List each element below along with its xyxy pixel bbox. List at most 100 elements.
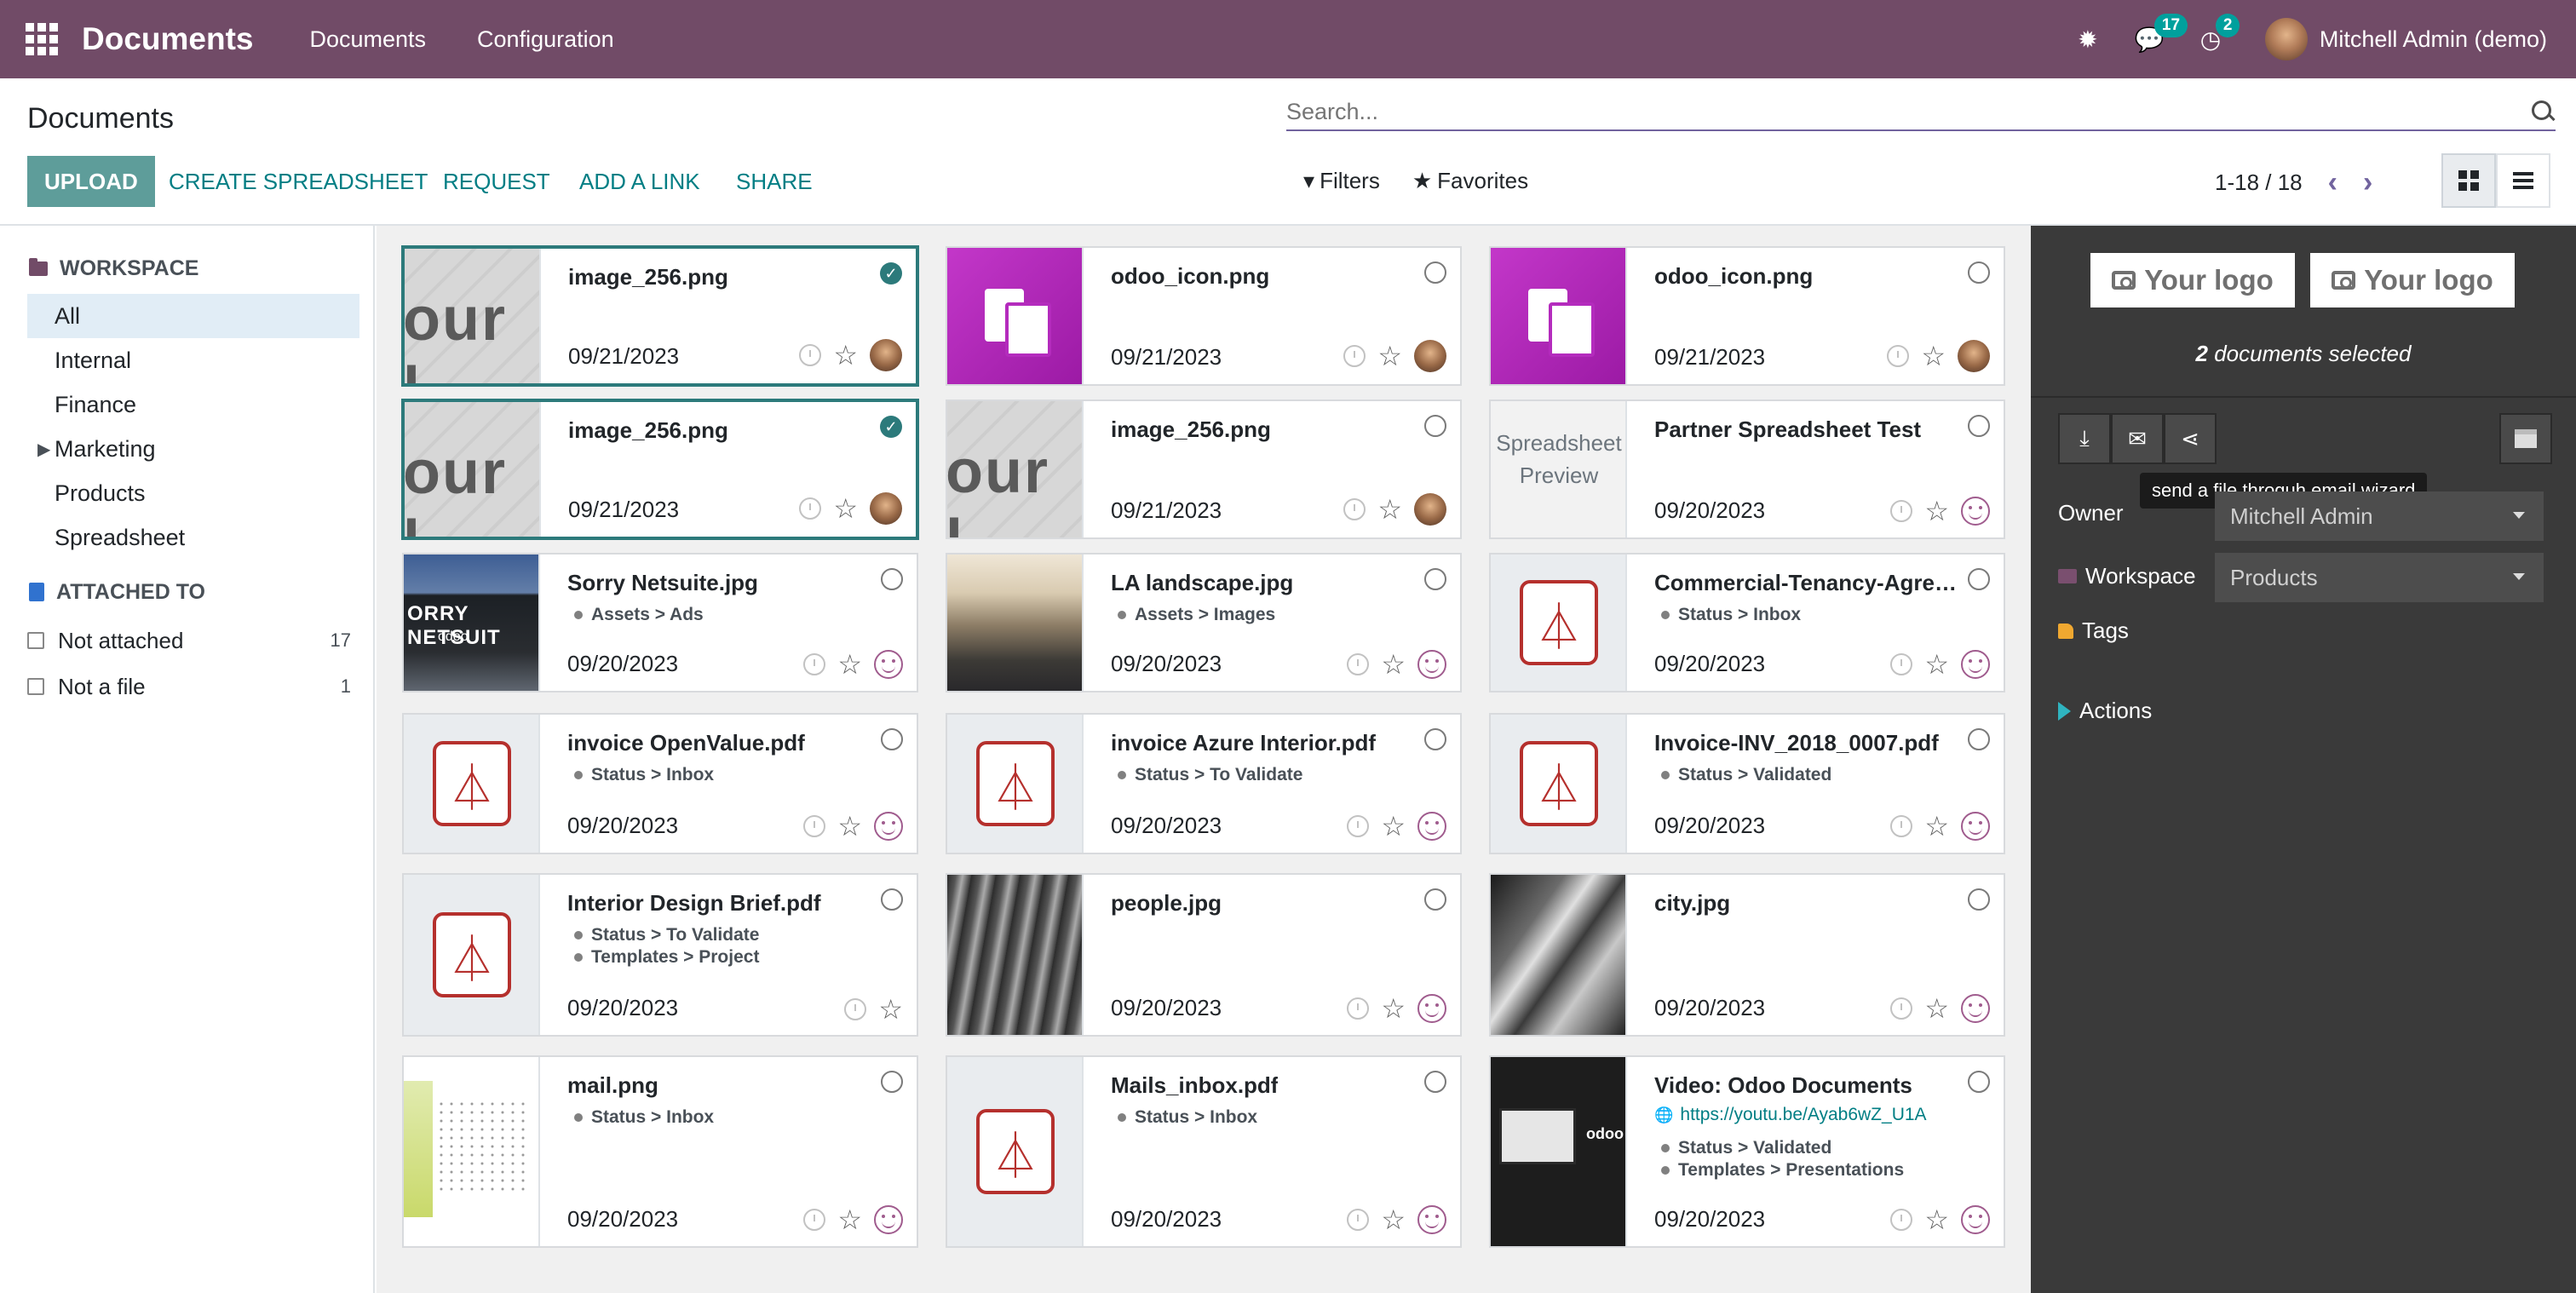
owner-avatar[interactable] <box>1414 493 1446 526</box>
activity-clock-icon[interactable] <box>1347 815 1370 837</box>
filter-not-a-file[interactable]: Not a file 1 <box>27 664 359 710</box>
sidebar-item-all[interactable]: All <box>27 294 359 338</box>
select-checkbox[interactable] <box>1968 1071 1990 1093</box>
filters-dropdown[interactable]: ▾ Filters <box>1303 168 1380 194</box>
messages-icon[interactable]: 💬 17 <box>2134 14 2188 53</box>
caret-right-icon[interactable]: ▶ <box>37 439 50 460</box>
sidebar-item-finance[interactable]: Finance <box>27 382 359 427</box>
activity-clock-icon[interactable] <box>844 998 867 1020</box>
document-card-body[interactable]: odoo_icon.png 09/21/2023 ☆ <box>1627 248 2004 384</box>
list-view-button[interactable] <box>2496 153 2550 208</box>
favorite-star-icon[interactable]: ☆ <box>1921 342 1946 370</box>
no-owner-smiley-icon[interactable] <box>874 812 903 841</box>
favorite-star-icon[interactable]: ☆ <box>1381 651 1406 678</box>
favorite-star-icon[interactable]: ☆ <box>1381 1206 1406 1233</box>
url-text[interactable]: https://youtu.be/Ayab6wZ_U1A <box>1680 1105 1926 1125</box>
activity-clock-icon[interactable] <box>1343 345 1366 367</box>
select-checkbox[interactable] <box>1424 568 1446 590</box>
select-checkbox[interactable] <box>1968 415 1990 437</box>
activity-clock-icon[interactable] <box>803 653 826 675</box>
document-card[interactable]: image_256.png 09/21/2023 ☆ <box>946 399 1462 539</box>
no-owner-smiley-icon[interactable] <box>1961 650 1990 679</box>
document-card[interactable]: people.jpg 09/20/2023 ☆ <box>946 873 1462 1037</box>
document-card-body[interactable]: Invoice-INV_2018_0007.pdf Status > Valida… <box>1627 715 2004 853</box>
document-name[interactable]: image_256.png <box>568 264 728 290</box>
actions-toggle[interactable]: Actions <box>2058 698 2152 724</box>
activity-clock-icon[interactable] <box>1347 653 1370 675</box>
document-name[interactable]: image_256.png <box>568 417 728 444</box>
document-name[interactable]: invoice OpenValue.pdf <box>567 730 805 756</box>
select-checkbox[interactable] <box>1968 568 1990 590</box>
document-card-body[interactable]: city.jpg 09/20/2023 ☆ <box>1627 875 2004 1035</box>
document-name[interactable]: Sorry Netsuite.jpg <box>567 570 758 596</box>
document-name[interactable]: invoice Azure Interior.pdf <box>1111 730 1376 756</box>
select-checkbox[interactable] <box>1424 415 1446 437</box>
menu-documents[interactable]: Documents <box>309 26 426 53</box>
document-thumbnail[interactable]: ⏃ <box>404 875 540 1035</box>
apps-menu-icon[interactable] <box>24 21 60 57</box>
document-thumbnail[interactable] <box>404 1057 540 1246</box>
document-name[interactable]: odoo_icon.png <box>1654 263 1813 290</box>
no-owner-smiley-icon[interactable] <box>1961 497 1990 526</box>
activity-clock-icon[interactable] <box>1890 815 1913 837</box>
document-card[interactable]: image_256.png 09/21/2023 ✓ ☆ <box>402 399 918 539</box>
document-card[interactable]: odoo Video: Odoo Documents 🌐 https://youtu.… <box>1489 1055 2005 1248</box>
document-thumbnail[interactable]: ⏃ <box>947 715 1084 853</box>
search-icon[interactable] <box>2530 99 2556 124</box>
document-card-body[interactable]: image_256.png 09/21/2023 ✓ ☆ <box>541 249 916 383</box>
document-thumbnail[interactable]: Spreadsheet Preview <box>1491 401 1627 537</box>
document-card[interactable]: ⏃ invoice OpenValue.pdf Status > Inbox 09/2… <box>402 713 918 854</box>
favorite-star-icon[interactable]: ☆ <box>1381 813 1406 840</box>
document-card-body[interactable]: Mails_inbox.pdf Status > Inbox 09/20/2023 ☆ <box>1084 1057 1460 1246</box>
document-name[interactable]: Mails_inbox.pdf <box>1111 1072 1278 1099</box>
tags-label[interactable]: Tags <box>2058 618 2129 644</box>
no-owner-smiley-icon[interactable] <box>874 1205 903 1234</box>
sidebar-item-products[interactable]: Products <box>27 471 359 515</box>
no-owner-smiley-icon[interactable] <box>1417 812 1446 841</box>
sidebar-item-spreadsheet[interactable]: Spreadsheet <box>27 515 359 560</box>
select-checkbox[interactable] <box>881 1071 903 1093</box>
activity-clock-icon[interactable] <box>1890 997 1913 1020</box>
add-link-button[interactable]: ADD A LINK <box>579 156 700 207</box>
activity-clock-icon[interactable] <box>1887 345 1910 367</box>
document-thumbnail[interactable]: ⏃ <box>947 1057 1084 1246</box>
favorite-star-icon[interactable]: ☆ <box>1924 497 1949 525</box>
document-name[interactable]: Interior Design Brief.pdf <box>567 890 821 917</box>
document-name[interactable]: odoo_icon.png <box>1111 263 1269 290</box>
user-name[interactable]: Mitchell Admin (demo) <box>2320 26 2547 53</box>
workspace-select[interactable]: Products <box>2215 553 2544 602</box>
document-card-body[interactable]: Commercial-Tenancy-Agree... Status > Inbo… <box>1627 555 2004 691</box>
owner-avatar[interactable] <box>870 492 902 525</box>
document-name[interactable]: LA landscape.jpg <box>1111 570 1293 596</box>
archive-button[interactable] <box>2499 413 2552 464</box>
document-card-body[interactable]: image_256.png 09/21/2023 ✓ ☆ <box>541 402 916 537</box>
select-checkbox[interactable] <box>1424 888 1446 911</box>
document-card[interactable]: Spreadsheet Preview Partner Spreadsheet T… <box>1489 399 2005 539</box>
favorites-dropdown[interactable]: ★ Favorites <box>1412 168 1528 194</box>
select-checkbox[interactable] <box>1424 1071 1446 1093</box>
favorite-star-icon[interactable]: ☆ <box>833 495 858 522</box>
owner-avatar[interactable] <box>870 339 902 371</box>
activity-clock-icon[interactable] <box>803 815 826 837</box>
document-thumbnail[interactable]: odoo <box>1491 1057 1627 1246</box>
document-thumbnail[interactable]: ⏃ <box>1491 715 1627 853</box>
app-name[interactable]: Documents <box>82 21 253 57</box>
favorite-star-icon[interactable]: ☆ <box>837 651 862 678</box>
document-card-body[interactable]: invoice OpenValue.pdf Status > Inbox 09/20… <box>540 715 917 853</box>
document-card[interactable]: ⏃ Interior Design Brief.pdf Status > To Va… <box>402 873 918 1037</box>
activity-clock-icon[interactable] <box>1890 500 1913 522</box>
favorite-star-icon[interactable]: ☆ <box>1924 1206 1949 1233</box>
document-card-body[interactable]: Video: Odoo Documents 🌐 https://youtu.be/A… <box>1627 1057 2004 1246</box>
favorite-star-icon[interactable]: ☆ <box>878 996 903 1023</box>
activity-clock-icon[interactable] <box>1347 1209 1370 1231</box>
select-checkbox[interactable] <box>1968 261 1990 284</box>
share-button[interactable]: SHARE <box>736 156 813 207</box>
no-owner-smiley-icon[interactable] <box>1417 1205 1446 1234</box>
owner-select[interactable]: Mitchell Admin <box>2215 491 2544 541</box>
select-checkbox[interactable] <box>881 568 903 590</box>
document-name[interactable]: Video: Odoo Documents <box>1654 1072 1912 1099</box>
document-thumbnail[interactable] <box>947 248 1084 384</box>
document-thumbnail[interactable] <box>405 249 541 383</box>
owner-avatar[interactable] <box>1958 340 1990 372</box>
request-button[interactable]: REQUEST <box>443 156 550 207</box>
